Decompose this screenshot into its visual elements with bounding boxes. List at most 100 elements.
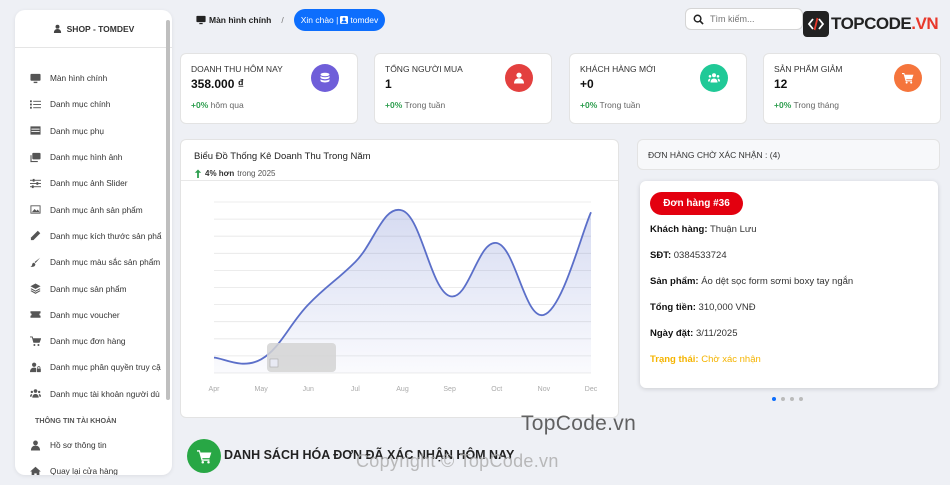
sidebar-item-profile[interactable]: Hồ sơ thông tin [15,432,172,458]
chart-x-tick-label: Jul [351,386,360,393]
cart-icon [902,73,914,84]
breadcrumb-separator: / [281,15,284,25]
sidebar-item-label: Danh mục ảnh sản phẩm [50,204,143,215]
list-icon [30,100,41,109]
pending-orders-header: ĐƠN HÀNG CHỜ XÁC NHẬN : (4) [637,139,940,170]
logo-text-accent: .VN [911,14,939,33]
stat-card-discounted-products: Sản phẩm giảm 12 +0% Trong tháng [763,53,941,124]
sidebar-item-label: Màn hình chính [50,73,108,84]
breadcrumb-home-label: Màn hình chính [209,15,272,25]
users-icon [30,389,41,398]
sidebar-item-vouchers[interactable]: Danh mục voucher [15,302,172,328]
chart-x-tick-label: Nov [538,386,551,393]
monitor-icon [196,15,206,25]
order-date-value: 3/11/2025 [695,328,738,339]
search-input[interactable] [710,14,790,24]
sidebar-item-slider-images[interactable]: Danh mục ảnh Slider [15,170,172,196]
stat-card-new-customers: Khách hàng mới +0 +0% Trong tuần [569,53,747,124]
search-icon [693,14,704,25]
topcode-logo: TOPCODE.VN [803,11,939,37]
watermark-secondary: Copyright © TopCode.vn [356,451,559,471]
sidebar-item-main-category[interactable]: Danh mục chính [15,91,172,117]
order-product: Sản phẩm: Áo dệt sọc form sơmi boxy tay … [650,276,853,287]
sidebar-item-label: Danh mục đơn hàng [50,336,126,347]
stat-period: Trong tuần [404,100,446,110]
code-brackets-icon [807,17,825,31]
order-card[interactable]: Đơn hàng #36 Khách hàng: Thuận Lưu SĐT: … [640,181,938,388]
coins-icon [320,72,330,83]
sidebar-item-label: Danh mục sản phẩm [50,283,127,294]
user-lock-icon [30,362,41,372]
revenue-chart-card: Biểu Đồ Thống Kê Doanh Thu Trong Năm 4% … [180,139,619,418]
stat-card-revenue-today: Doanh thu hôm nay 358.000 ₫ +0% hôm qua [180,53,358,124]
logo-text: TOPCODE.VN [831,14,939,34]
stat-period: Trong tuần [599,100,641,110]
stat-subtext: +0% Trong tuần [385,100,541,110]
order-phone-label: SĐT: [650,250,672,261]
breadcrumb-home[interactable]: Màn hình chính [196,15,271,25]
order-phone-value: 0384533724 [673,250,727,261]
stat-subtext: +0% Trong tuần [580,100,736,110]
tooltip-color-swatch [269,358,279,368]
sidebar-item-label: Danh mục phụ [50,125,104,136]
greeting-prefix: Xin chào | [300,15,339,25]
order-customer: Khách hàng: Thuận Lưu [650,224,757,235]
order-phone: SĐT: 0384533724 [650,250,727,261]
home-icon [30,466,41,475]
sidebar-item-product-sizes[interactable]: Danh mục kích thước sản phẩ [15,223,172,249]
sidebar-item-permissions[interactable]: Danh mục phân quyền truy cậ [15,354,172,380]
sidebar-item-images[interactable]: Danh mục hình ảnh [15,144,172,170]
search-box[interactable] [685,8,803,30]
sidebar-item-label: Danh mục hình ảnh [50,152,123,163]
order-status: Trạng thái: Chờ xác nhận [650,354,761,365]
greeting-pill[interactable]: Xin chào | tomdev [293,9,386,31]
stat-delta: +0% [385,100,403,110]
chart-x-tick-label: Oct [491,386,502,393]
chart-x-tick-label: May [255,386,269,393]
stat-icon-badge [505,64,533,92]
sidebar-item-sub-category[interactable]: Danh mục phụ [15,118,172,144]
cart-icon [196,449,211,463]
account-section-label: THÔNG TIN TÀI KHOẢN [35,416,117,426]
sidebar-item-dashboard[interactable]: Màn hình chính [15,65,172,91]
sidebar-brand[interactable]: SHOP - TOMDEV [15,10,172,48]
chart-x-tick-label: Jun [303,386,314,393]
sidebar-item-product-colors[interactable]: Danh mục màu sắc sản phẩm [15,249,172,275]
pen-icon [30,231,41,241]
stat-subtext: +0% Trong tháng [774,100,930,110]
revenue-chart: Apr May Jun Jul Aug Sep Oct Nov Dec [209,201,598,393]
image-icon [30,205,41,214]
stat-icon-badge [311,64,339,92]
sidebar-item-label: Danh mục voucher [50,309,120,320]
order-date-label: Ngày đặt: [650,328,694,339]
chart-tooltip [267,343,336,372]
carousel-dot[interactable] [790,397,794,401]
stat-icon-badge [894,64,922,92]
paintbrush-icon [30,257,41,267]
sidebar-item-label: Danh mục phân quyền truy cậ [50,362,161,373]
carousel-dot[interactable] [799,397,803,401]
user-icon [53,24,61,33]
cart-icon [30,336,41,346]
sidebar-item-label: Danh mục kích thước sản phẩ [50,230,162,241]
order-total-label: Tổng tiền: [650,302,696,313]
carousel-dot[interactable] [772,397,776,401]
ticket-icon [30,311,41,319]
stat-delta: +0% [774,100,792,110]
stat-card-total-buyers: Tổng người mua 1 +0% Trong tuần [374,53,552,124]
sidebar-scrollbar[interactable] [166,20,170,400]
logo-text-main: TOPCODE [831,14,912,33]
stat-delta: +0% [191,100,209,110]
logo-mark [803,11,829,37]
bottom-section-icon [187,439,221,473]
sidebar-item-label: Danh mục màu sắc sản phẩm [50,257,161,268]
sidebar-item-product-images[interactable]: Danh mục ảnh sản phẩm [15,196,172,222]
breadcrumb: Màn hình chính / Xin chào | tomdev [196,9,386,31]
sidebar-item-user-accounts[interactable]: Danh mục tài khoản người dù [15,381,172,407]
user-icon [514,72,524,84]
sidebar-item-back-to-shop[interactable]: Quay lại cửa hàng [15,458,172,475]
sidebar-item-orders[interactable]: Danh mục đơn hàng [15,328,172,354]
carousel-dot[interactable] [781,397,785,401]
greeting-user: tomdev [350,15,379,25]
sidebar-item-products[interactable]: Danh mục sản phẩm [15,275,172,301]
